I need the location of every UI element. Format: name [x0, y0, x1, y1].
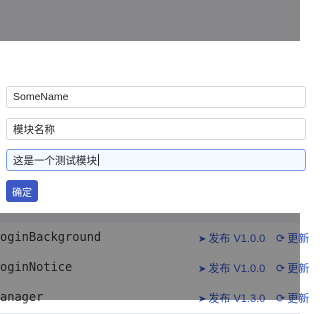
module-name-input[interactable]: 模块名称 — [6, 118, 306, 140]
module-description-input[interactable]: 这是一个测试模块 — [6, 149, 306, 171]
create-module-dialog: SomeName 模块名称 这是一个测试模块 确定 — [0, 41, 306, 213]
text-caret — [98, 154, 99, 166]
confirm-button[interactable]: 确定 — [6, 180, 38, 202]
module-id-input[interactable]: SomeName — [6, 86, 306, 108]
